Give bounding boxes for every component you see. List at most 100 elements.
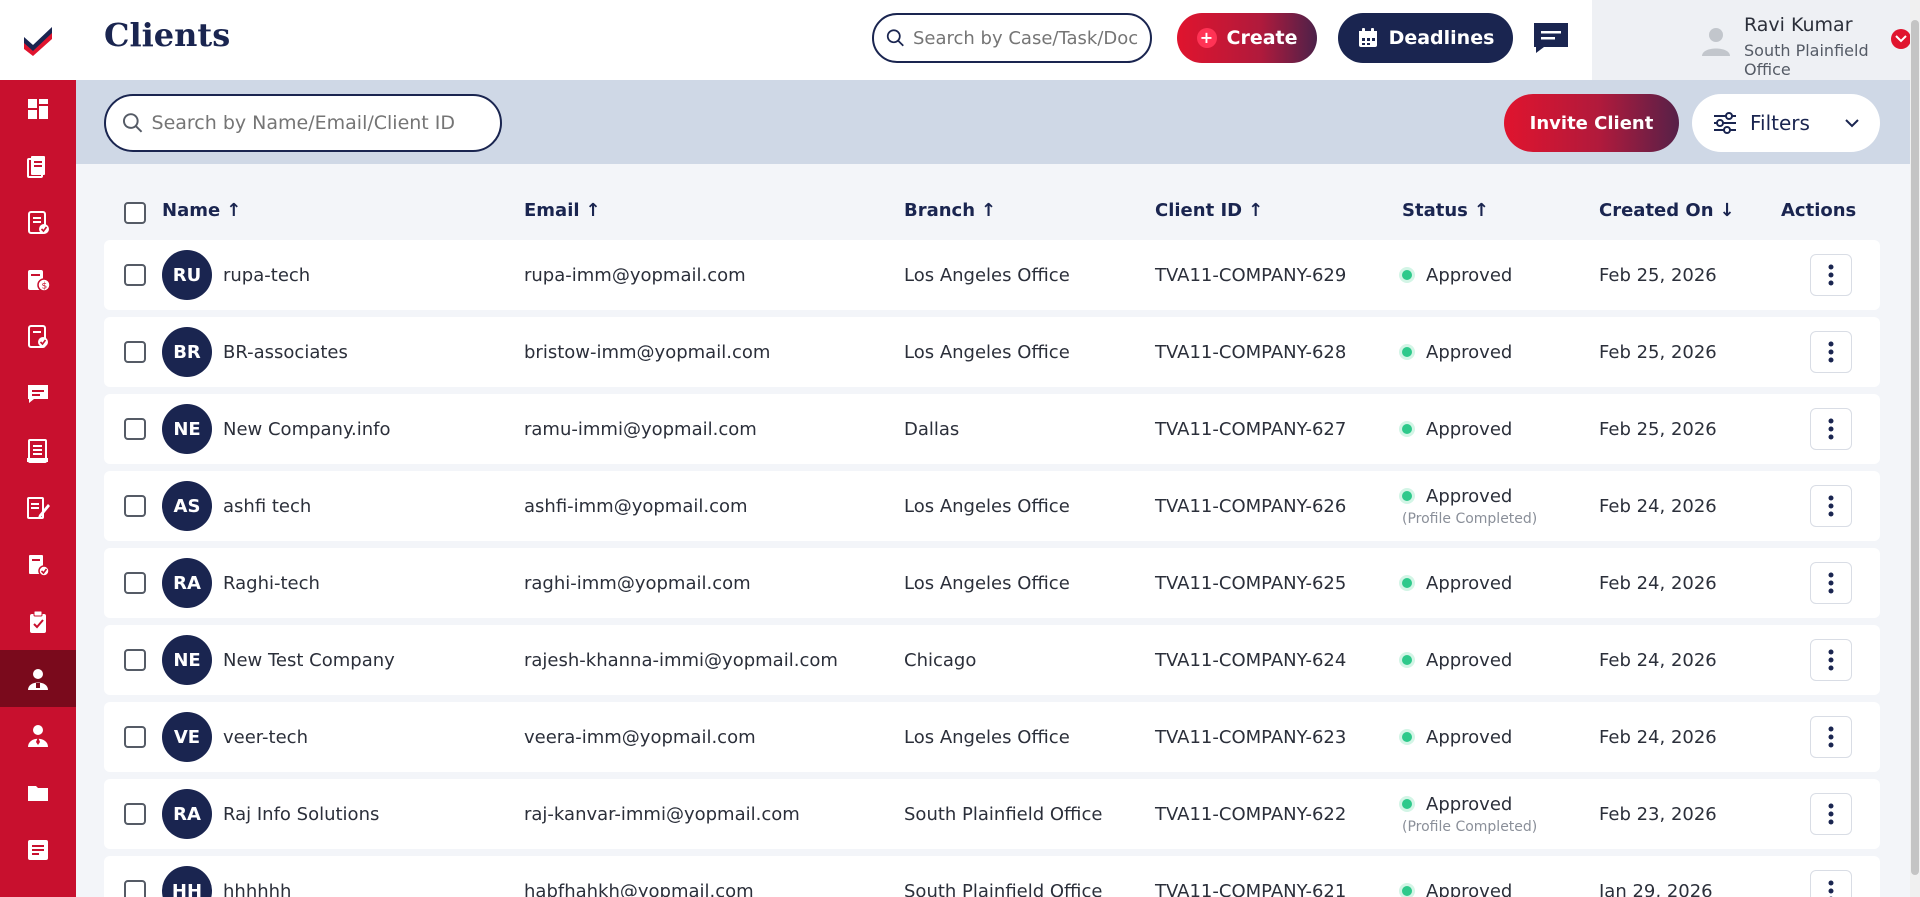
row-checkbox[interactable] bbox=[124, 625, 146, 695]
column-label: Created On bbox=[1599, 200, 1714, 221]
row-checkbox[interactable] bbox=[124, 317, 146, 387]
forms-edit-icon bbox=[27, 496, 50, 519]
svg-text:$: $ bbox=[42, 281, 48, 291]
filters-button[interactable]: Filters bbox=[1692, 94, 1880, 152]
column-header-email[interactable]: Email ↑ bbox=[524, 200, 601, 221]
row-checkbox[interactable] bbox=[124, 240, 146, 310]
client-name[interactable]: Raghi-tech bbox=[223, 548, 320, 618]
status-dot-icon bbox=[1402, 799, 1412, 809]
avatar-initials: AS bbox=[162, 481, 212, 531]
more-actions-button[interactable] bbox=[1810, 639, 1852, 681]
client-search-input[interactable] bbox=[151, 112, 484, 134]
scrollbar-thumb[interactable] bbox=[1911, 20, 1919, 875]
more-actions-button[interactable] bbox=[1810, 254, 1852, 296]
client-name[interactable]: New Company.info bbox=[223, 394, 391, 464]
client-name[interactable]: ashfi tech bbox=[223, 471, 311, 541]
deadlines-button[interactable]: Deadlines bbox=[1338, 13, 1513, 63]
more-actions-button[interactable] bbox=[1810, 716, 1852, 758]
sidebar-item-clients[interactable] bbox=[0, 650, 76, 707]
global-search[interactable] bbox=[872, 13, 1152, 63]
table-row[interactable]: NE New Test Company rajesh-khanna-immi@yop… bbox=[104, 625, 1880, 695]
arrow-up-icon: ↑ bbox=[981, 200, 997, 221]
table-row[interactable]: NE New Company.info ramu-immi@yopmail.com D… bbox=[104, 394, 1880, 464]
table-row[interactable]: RA Raghi-tech raghi-imm@yopmail.com Los Ang… bbox=[104, 548, 1880, 618]
sidebar-item-case-check[interactable] bbox=[0, 194, 76, 251]
client-email: veera-imm@yopmail.com bbox=[524, 726, 756, 748]
app-logo[interactable] bbox=[0, 0, 76, 80]
sidebar-item-dashboard[interactable] bbox=[0, 80, 76, 137]
status-badge: Approved (Profile Completed) bbox=[1402, 779, 1537, 849]
column-header-branch[interactable]: Branch ↑ bbox=[904, 200, 996, 221]
sidebar-item-task-check[interactable] bbox=[0, 308, 76, 365]
created-on: Feb 24, 2026 bbox=[1599, 572, 1717, 594]
global-search-input[interactable] bbox=[913, 27, 1138, 49]
create-button[interactable]: + Create bbox=[1177, 13, 1317, 63]
sidebar-item-folder[interactable] bbox=[0, 764, 76, 821]
sidebar-item-billing[interactable]: $ bbox=[0, 251, 76, 308]
column-header-client-id[interactable]: Client ID ↑ bbox=[1155, 200, 1263, 221]
client-name[interactable]: BR-associates bbox=[223, 317, 348, 387]
status-subtext: (Profile Completed) bbox=[1402, 818, 1538, 835]
table-row[interactable]: BR BR-associates bristow-imm@yopmail.com Lo… bbox=[104, 317, 1880, 387]
case-check-icon bbox=[28, 210, 49, 234]
sidebar-item-documents[interactable] bbox=[0, 137, 76, 194]
invite-client-button[interactable]: Invite Client bbox=[1504, 94, 1679, 152]
client-name[interactable]: veer-tech bbox=[223, 702, 308, 772]
sidebar-item-bulk-docs[interactable] bbox=[0, 536, 76, 593]
chat-button[interactable] bbox=[1531, 20, 1571, 56]
row-actions bbox=[1810, 240, 1852, 310]
client-branch: Los Angeles Office bbox=[904, 572, 1070, 594]
row-checkbox[interactable] bbox=[124, 548, 146, 618]
table-row[interactable]: RA Raj Info Solutions raj-kanvar-immi@yopm… bbox=[104, 779, 1880, 849]
more-actions-button[interactable] bbox=[1810, 793, 1852, 835]
sidebar-item-forms-edit[interactable] bbox=[0, 479, 76, 536]
column-header-created-on[interactable]: Created On ↓ bbox=[1599, 200, 1735, 221]
more-actions-button[interactable] bbox=[1810, 331, 1852, 373]
row-checkbox[interactable] bbox=[124, 394, 146, 464]
client-search[interactable] bbox=[104, 94, 502, 152]
sidebar-item-messages[interactable] bbox=[0, 365, 76, 422]
more-actions-button[interactable] bbox=[1810, 485, 1852, 527]
kebab-menu-icon bbox=[1828, 495, 1834, 517]
client-branch: South Plainfield Office bbox=[904, 803, 1103, 825]
chevron-down-icon[interactable] bbox=[1891, 29, 1911, 49]
table-row[interactable]: RU rupa-tech rupa-imm@yopmail.com Los Angel… bbox=[104, 240, 1880, 310]
row-checkbox[interactable] bbox=[124, 702, 146, 772]
column-label: Email bbox=[524, 200, 580, 221]
row-checkbox[interactable] bbox=[124, 779, 146, 849]
billing-icon: $ bbox=[28, 269, 51, 292]
column-header-status[interactable]: Status ↑ bbox=[1402, 200, 1489, 221]
status-badge: Approved bbox=[1402, 702, 1512, 772]
row-actions bbox=[1810, 548, 1852, 618]
row-checkbox[interactable] bbox=[124, 856, 146, 897]
more-actions-button[interactable] bbox=[1810, 562, 1852, 604]
clients-toolbar: Invite Client Filters bbox=[76, 80, 1910, 164]
client-name[interactable]: New Test Company bbox=[223, 625, 395, 695]
row-checkbox[interactable] bbox=[124, 471, 146, 541]
status-badge: Approved bbox=[1402, 625, 1512, 695]
user-menu[interactable]: Ravi Kumar South Plainfield Office bbox=[1592, 0, 1920, 80]
documents-icon bbox=[27, 155, 45, 178]
column-label: Status bbox=[1402, 200, 1468, 221]
sidebar-item-notes[interactable] bbox=[0, 821, 76, 878]
select-all-checkbox[interactable] bbox=[124, 202, 146, 224]
table-row[interactable]: VE veer-tech veera-imm@yopmail.com Los Ange… bbox=[104, 702, 1880, 772]
client-name[interactable]: Raj Info Solutions bbox=[223, 779, 379, 849]
sidebar-item-clipboard[interactable] bbox=[0, 593, 76, 650]
more-actions-button[interactable] bbox=[1810, 408, 1852, 450]
more-actions-button[interactable] bbox=[1810, 870, 1852, 897]
status-dot-icon bbox=[1402, 347, 1412, 357]
client-name[interactable]: rupa-tech bbox=[223, 240, 310, 310]
clipboard-icon bbox=[30, 610, 46, 633]
table-row[interactable]: HH hhhhhh habfhahkh@yopmail.com South Plain… bbox=[104, 856, 1880, 897]
row-actions bbox=[1810, 471, 1852, 541]
sidebar-item-contacts[interactable] bbox=[0, 707, 76, 764]
client-branch: Los Angeles Office bbox=[904, 726, 1070, 748]
client-branch: Dallas bbox=[904, 418, 960, 440]
sidebar-item-ledger[interactable] bbox=[0, 422, 76, 479]
client-name[interactable]: hhhhhh bbox=[223, 856, 291, 897]
row-actions bbox=[1810, 856, 1852, 897]
avatar: NE bbox=[162, 394, 212, 464]
column-header-name[interactable]: Name ↑ bbox=[162, 200, 241, 221]
table-row[interactable]: AS ashfi tech ashfi-imm@yopmail.com Los Ang… bbox=[104, 471, 1880, 541]
